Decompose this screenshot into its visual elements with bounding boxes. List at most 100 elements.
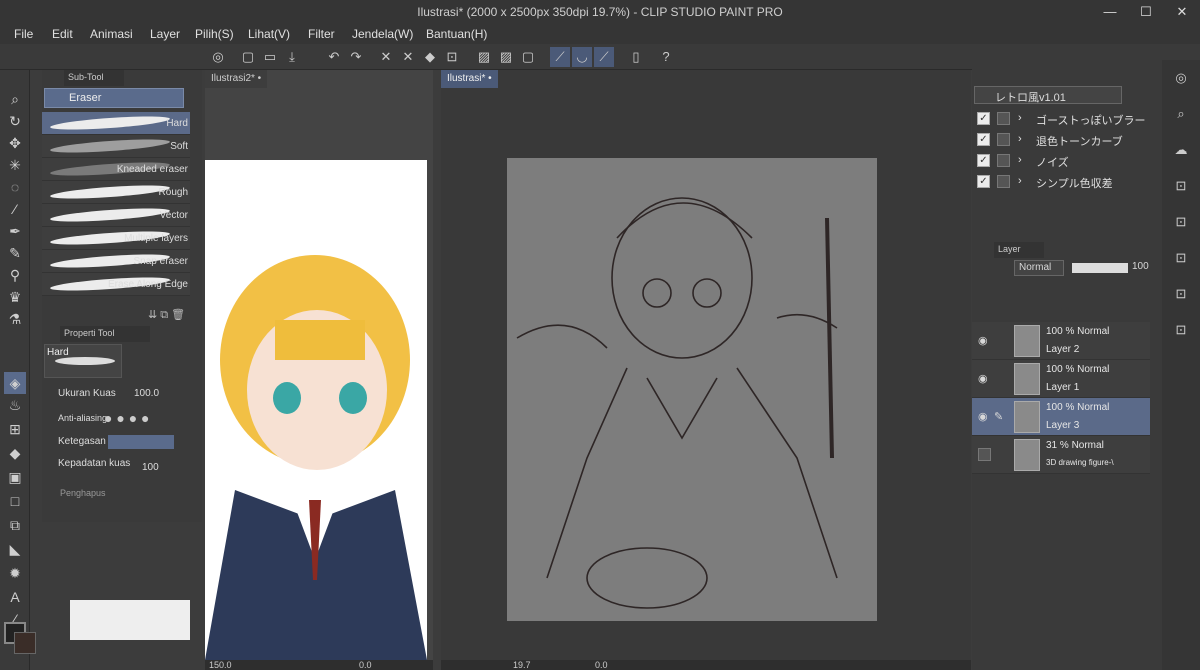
menu-layer[interactable]: Layer — [150, 27, 180, 41]
filter-item[interactable]: ✓ › 退色トーンカーブ — [972, 129, 1150, 150]
layer-row[interactable]: ◉ 100 % Normal Layer 2 — [972, 322, 1150, 360]
tab-document-ilustrasi[interactable]: Ilustrasi* • — [441, 70, 498, 88]
check-icon[interactable]: ✓ — [977, 112, 990, 125]
zoom-icon[interactable]: ⌕ — [4, 88, 26, 110]
chevron-right-icon[interactable]: › — [1018, 112, 1022, 124]
smartphone-icon[interactable]: ▯ — [626, 47, 646, 67]
opacity-slider[interactable] — [1072, 263, 1128, 273]
density-value[interactable]: 100 — [142, 462, 159, 473]
fill-bucket-icon[interactable]: ◆ — [4, 442, 26, 464]
visibility-box[interactable] — [978, 448, 991, 461]
lasso-icon[interactable]: ◌ — [4, 176, 26, 198]
brush-soft[interactable]: Soft — [42, 135, 190, 158]
snap-ruler-icon[interactable]: ⟋ — [550, 47, 570, 67]
brush-kneaded[interactable]: Kneaded eraser — [42, 158, 190, 181]
menu-jendela[interactable]: Jendela(W) — [352, 27, 413, 41]
clear-outside-icon[interactable]: ✕ — [398, 47, 418, 67]
hardness-slider[interactable] — [108, 435, 174, 449]
chevron-right-icon[interactable]: › — [1018, 175, 1022, 187]
clear-icon[interactable]: ✕ — [376, 47, 396, 67]
open-folder-icon[interactable]: ▭ — [260, 47, 280, 67]
brush-rough[interactable]: Rough — [42, 181, 190, 204]
layer-row[interactable]: ◉ 100 % Normal Layer 1 — [972, 360, 1150, 398]
material-icon-3[interactable]: ⊡ — [1171, 250, 1191, 270]
brush-erase-along-edge[interactable]: Erase Along Edge — [42, 273, 190, 296]
eye-icon[interactable]: ◉ — [978, 372, 988, 385]
brush-icon[interactable]: ⚲ — [4, 264, 26, 286]
layer-tool-icon[interactable]: ⧉ — [4, 514, 26, 536]
menu-animasi[interactable]: Animasi — [90, 27, 133, 41]
move-icon[interactable]: ✥ — [4, 132, 26, 154]
zoom-value-left[interactable]: 150.0 — [209, 660, 232, 670]
balloon-icon[interactable]: ✹ — [4, 562, 26, 584]
brush-vector[interactable]: Vector — [42, 204, 190, 227]
check-icon[interactable]: ✓ — [977, 175, 990, 188]
frame-icon[interactable]: ⊞ — [4, 418, 26, 440]
help-icon[interactable]: ? — [656, 47, 676, 67]
brush-snap-eraser[interactable]: Snap eraser — [42, 250, 190, 273]
pencil-icon[interactable]: ✎ — [4, 242, 26, 264]
antialias-options[interactable]: ● ● ● ● — [104, 410, 150, 426]
menu-pilih[interactable]: Pilih(S) — [195, 27, 234, 41]
material-icon-4[interactable]: ⊡ — [1171, 286, 1191, 306]
menu-file[interactable]: File — [14, 27, 33, 41]
filter-item[interactable]: ✓ › ノイズ — [972, 150, 1150, 171]
angle-value-right[interactable]: 0.0 — [595, 660, 608, 670]
color-palette-swatches[interactable] — [70, 600, 190, 640]
check-icon[interactable]: ✓ — [977, 154, 990, 167]
menu-edit[interactable]: Edit — [52, 27, 73, 41]
subtool-footer-icons[interactable]: ⇊ ⧉ 🗑 — [148, 308, 185, 322]
filter-item[interactable]: ✓ › シンプル色収差 — [972, 171, 1150, 192]
minimize-button[interactable]: — — [1092, 0, 1128, 24]
layer-row[interactable]: 31 % Normal 3D drawing figure-\ — [972, 436, 1150, 474]
clip-studio-assets-icon[interactable]: ◎ — [1171, 70, 1191, 90]
eye-icon[interactable]: ◉ — [978, 410, 988, 423]
zoom-value-right[interactable]: 19.7 — [513, 660, 531, 670]
eraser-icon[interactable]: ◈ — [4, 372, 26, 394]
snap-grid-icon[interactable]: ⟋ — [594, 47, 614, 67]
deselect-icon[interactable]: ▨ — [474, 47, 494, 67]
airbrush-icon[interactable]: ⚗ — [4, 308, 26, 330]
blend-mode-dropdown[interactable]: Normal — [1014, 260, 1064, 276]
blend-icon[interactable]: ♨ — [4, 394, 26, 416]
decoration-icon[interactable]: ♛ — [4, 286, 26, 308]
tab-subtool[interactable]: Sub-Tool — [64, 70, 124, 86]
invert-selection-icon[interactable]: ▨ — [496, 47, 516, 67]
eye-icon[interactable]: ◉ — [978, 334, 988, 347]
pen-icon[interactable]: ✒ — [4, 220, 26, 242]
snap-special-ruler-icon[interactable]: ◡ — [572, 47, 592, 67]
menu-filter[interactable]: Filter — [308, 27, 335, 41]
save-icon[interactable]: ⤓ — [282, 47, 302, 67]
filter-preset-dropdown[interactable]: レトロ風v1.01 — [974, 86, 1122, 104]
tab-tool-property[interactable]: Properti Tool — [60, 326, 150, 342]
tab-layer[interactable]: Layer — [994, 242, 1044, 258]
show-selection-icon[interactable]: ▢ — [518, 47, 538, 67]
clip-studio-icon[interactable]: ◎ — [208, 47, 228, 67]
rotate-icon[interactable]: ↻ — [4, 110, 26, 132]
maximize-button[interactable]: ☐ — [1128, 0, 1164, 24]
material-icon-2[interactable]: ⊡ — [1171, 214, 1191, 234]
eyedropper-icon[interactable]: ⁄ — [4, 198, 26, 220]
new-file-icon[interactable]: ▢ — [238, 47, 258, 67]
subtool-group-eraser[interactable]: Eraser — [44, 88, 184, 108]
material-icon[interactable]: ⊡ — [1171, 178, 1191, 198]
undo-icon[interactable]: ↶ — [324, 47, 344, 67]
angle-value-left[interactable]: 0.0 — [359, 660, 372, 670]
layer-row-selected[interactable]: ◉ ✎ 100 % Normal Layer 3 — [972, 398, 1150, 436]
fill-icon[interactable]: ◆ — [420, 47, 440, 67]
ruler-icon[interactable]: ◣ — [4, 538, 26, 560]
filter-item[interactable]: ✓ › ゴーストっぽいブラー — [972, 108, 1150, 129]
brush-preset-preview[interactable]: Hard — [44, 344, 122, 378]
brush-multiple-layers[interactable]: Multiple layers — [42, 227, 190, 250]
transform-icon[interactable]: ⊡ — [442, 47, 462, 67]
brush-size-value[interactable]: 100.0 — [134, 388, 159, 399]
text-icon[interactable]: A — [4, 586, 26, 608]
menu-lihat[interactable]: Lihat(V) — [248, 27, 290, 41]
auto-action-icon[interactable]: ✳ — [4, 154, 26, 176]
chevron-right-icon[interactable]: › — [1018, 154, 1022, 166]
material-icon-5[interactable]: ⊡ — [1171, 322, 1191, 342]
brush-hard[interactable]: Hard — [42, 112, 190, 135]
tab-document-ilustrasi2[interactable]: Ilustrasi2* • — [205, 70, 268, 88]
sub-color-swatch[interactable] — [14, 632, 36, 654]
close-button[interactable]: ✕ — [1164, 0, 1200, 24]
